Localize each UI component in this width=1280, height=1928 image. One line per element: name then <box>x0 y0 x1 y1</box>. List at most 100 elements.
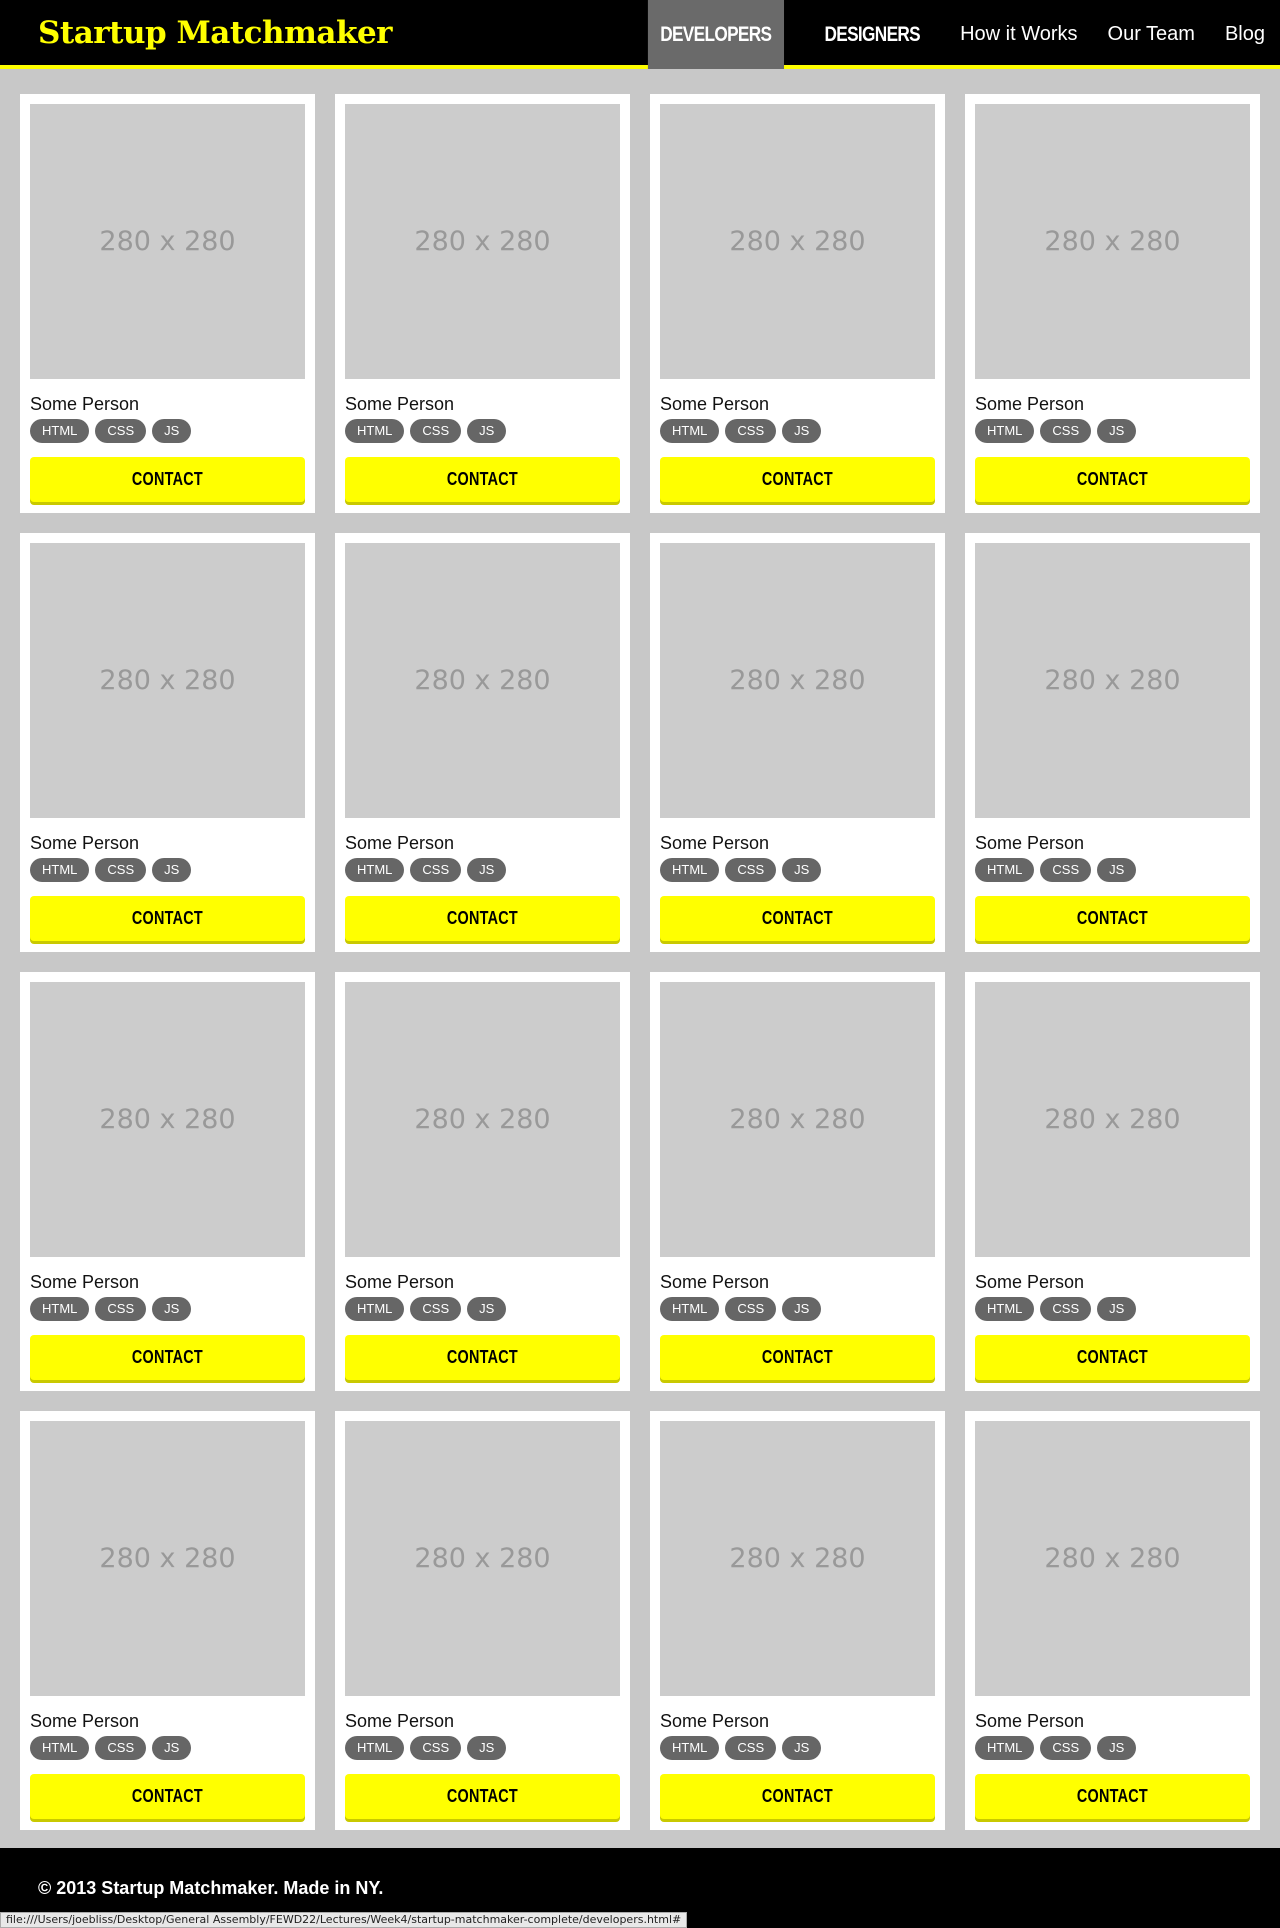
profile-image-placeholder: 280 x 280 <box>975 543 1250 818</box>
person-name: Some Person <box>345 1272 455 1292</box>
skill-tags: HTML CSS JS <box>660 1736 935 1760</box>
contact-button[interactable]: CONTACT <box>660 896 935 941</box>
contact-button[interactable]: CONTACT <box>345 1774 620 1819</box>
nav-blog[interactable]: Blog <box>1210 0 1280 69</box>
skill-tags: HTML CSS JS <box>975 858 1250 882</box>
skill-tag: JS <box>467 858 507 882</box>
developer-card: 280 x 280 Some Person HTML CSS JS CONTACT <box>965 972 1260 1391</box>
developer-card: 280 x 280 Some Person HTML CSS JS CONTACT <box>20 1411 315 1830</box>
skill-tag: CSS <box>95 419 147 443</box>
profile-image-placeholder: 280 x 280 <box>30 543 305 818</box>
skill-tag: CSS <box>725 1736 777 1760</box>
developer-card: 280 x 280 Some Person HTML CSS JS CONTACT <box>650 1411 945 1830</box>
contact-button[interactable]: CONTACT <box>30 457 305 502</box>
nav-developers[interactable]: DEVELOPERS <box>647 0 784 69</box>
profile-image-placeholder: 280 x 280 <box>345 543 620 818</box>
contact-button[interactable]: CONTACT <box>975 896 1250 941</box>
skill-tag: CSS <box>725 419 777 443</box>
skill-tag: CSS <box>410 858 462 882</box>
contact-button[interactable]: CONTACT <box>975 1335 1250 1380</box>
skill-tag: JS <box>152 858 192 882</box>
skill-tag: JS <box>1097 1297 1137 1321</box>
contact-button[interactable]: CONTACT <box>345 896 620 941</box>
skill-tag: CSS <box>1040 419 1092 443</box>
contact-button[interactable]: CONTACT <box>30 1774 305 1819</box>
profile-image-placeholder: 280 x 280 <box>660 543 935 818</box>
person-name: Some Person <box>660 1272 770 1292</box>
main-nav: DEVELOPERS DESIGNERS How it Works Our Te… <box>633 0 1280 69</box>
contact-button[interactable]: CONTACT <box>975 1774 1250 1819</box>
skill-tag: HTML <box>345 858 405 882</box>
skill-tag: CSS <box>725 858 777 882</box>
contact-button-label: CONTACT <box>446 1347 518 1367</box>
skill-tag: HTML <box>975 1736 1035 1760</box>
contact-button-label: CONTACT <box>131 469 203 489</box>
skill-tags: HTML CSS JS <box>975 1297 1250 1321</box>
developer-card: 280 x 280 Some Person HTML CSS JS CONTACT <box>335 533 630 952</box>
developer-card: 280 x 280 Some Person HTML CSS JS CONTACT <box>20 94 315 513</box>
developer-card: 280 x 280 Some Person HTML CSS JS CONTACT <box>20 972 315 1391</box>
developer-card: 280 x 280 Some Person HTML CSS JS CONTACT <box>650 94 945 513</box>
skill-tag: JS <box>467 1297 507 1321</box>
contact-button-label: CONTACT <box>131 1786 203 1806</box>
skill-tag: JS <box>152 1297 192 1321</box>
contact-button[interactable]: CONTACT <box>660 1335 935 1380</box>
skill-tag: JS <box>152 1736 192 1760</box>
skill-tags: HTML CSS JS <box>345 419 620 443</box>
contact-button-label: CONTACT <box>446 908 518 928</box>
contact-button-label: CONTACT <box>1076 908 1148 928</box>
contact-button[interactable]: CONTACT <box>30 1335 305 1380</box>
skill-tag: JS <box>782 1736 822 1760</box>
skill-tag: CSS <box>725 1297 777 1321</box>
contact-button-label: CONTACT <box>761 1786 833 1806</box>
profile-image-placeholder: 280 x 280 <box>30 104 305 379</box>
skill-tags: HTML CSS JS <box>30 1297 305 1321</box>
skill-tag: HTML <box>660 419 720 443</box>
contact-button-label: CONTACT <box>446 1786 518 1806</box>
skill-tag: CSS <box>1040 1736 1092 1760</box>
person-name: Some Person <box>660 394 770 414</box>
nav-our-team[interactable]: Our Team <box>1093 0 1210 69</box>
person-name: Some Person <box>30 1272 140 1292</box>
developer-card: 280 x 280 Some Person HTML CSS JS CONTACT <box>650 972 945 1391</box>
profile-image-placeholder: 280 x 280 <box>345 1421 620 1696</box>
contact-button[interactable]: CONTACT <box>660 1774 935 1819</box>
skill-tag: CSS <box>95 858 147 882</box>
contact-button[interactable]: CONTACT <box>345 457 620 502</box>
skill-tag: JS <box>152 419 192 443</box>
person-name: Some Person <box>660 833 770 853</box>
browser-status-bar: file:///Users/joebliss/Desktop/General A… <box>0 1912 688 1928</box>
skill-tag: JS <box>1097 1736 1137 1760</box>
contact-button-label: CONTACT <box>1076 469 1148 489</box>
skill-tag: HTML <box>30 858 90 882</box>
developer-card: 280 x 280 Some Person HTML CSS JS CONTACT <box>965 1411 1260 1830</box>
nav-how-it-works[interactable]: How it Works <box>945 0 1092 69</box>
contact-button[interactable]: CONTACT <box>975 457 1250 502</box>
skill-tag: CSS <box>95 1736 147 1760</box>
nav-designers[interactable]: DESIGNERS <box>812 0 932 69</box>
profile-image-placeholder: 280 x 280 <box>975 982 1250 1257</box>
skill-tag: HTML <box>660 1297 720 1321</box>
skill-tag: JS <box>467 1736 507 1760</box>
contact-button-label: CONTACT <box>131 1347 203 1367</box>
site-logo[interactable]: Startup Matchmaker <box>38 10 393 56</box>
contact-button-label: CONTACT <box>446 469 518 489</box>
skill-tag: JS <box>782 1297 822 1321</box>
contact-button[interactable]: CONTACT <box>345 1335 620 1380</box>
skill-tag: CSS <box>410 419 462 443</box>
skill-tag: HTML <box>30 1736 90 1760</box>
contact-button[interactable]: CONTACT <box>660 457 935 502</box>
skill-tag: CSS <box>1040 1297 1092 1321</box>
developer-card: 280 x 280 Some Person HTML CSS JS CONTACT <box>335 1411 630 1830</box>
site-header: Startup Matchmaker DEVELOPERS DESIGNERS … <box>0 0 1280 69</box>
skill-tag: CSS <box>410 1297 462 1321</box>
profile-image-placeholder: 280 x 280 <box>660 1421 935 1696</box>
contact-button-label: CONTACT <box>131 908 203 928</box>
skill-tags: HTML CSS JS <box>30 858 305 882</box>
developer-card: 280 x 280 Some Person HTML CSS JS CONTACT <box>650 533 945 952</box>
contact-button[interactable]: CONTACT <box>30 896 305 941</box>
skill-tag: HTML <box>345 1297 405 1321</box>
developer-card: 280 x 280 Some Person HTML CSS JS CONTACT <box>965 94 1260 513</box>
skill-tags: HTML CSS JS <box>30 1736 305 1760</box>
profile-image-placeholder: 280 x 280 <box>660 104 935 379</box>
